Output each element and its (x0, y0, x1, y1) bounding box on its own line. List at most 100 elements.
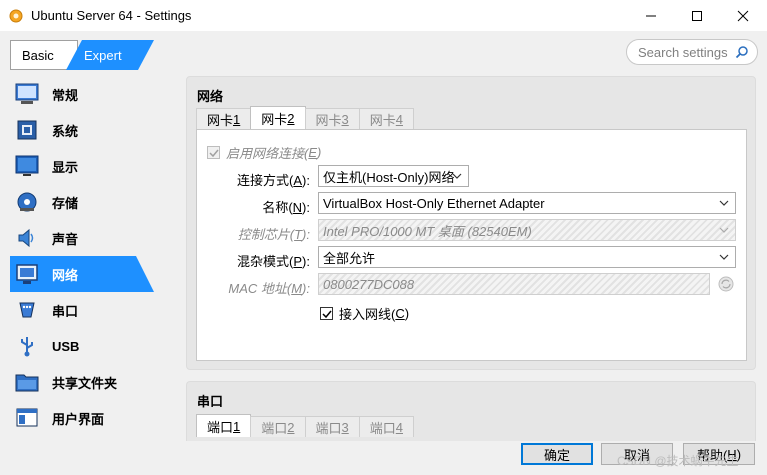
display-icon (14, 153, 40, 179)
tab-mnemonic: 3 (341, 419, 349, 435)
sidebar-item-shared-folders[interactable]: 共享文件夹 (0, 364, 160, 400)
network-icon (14, 261, 40, 287)
sidebar-item-serial[interactable]: 串口 (0, 292, 160, 328)
chevron-down-icon (719, 200, 729, 206)
sidebar-item-user-interface[interactable]: 用户界面 (0, 400, 160, 436)
user-interface-icon (14, 405, 40, 431)
mode-switch: Basic Expert (10, 40, 160, 70)
tab-port-4[interactable]: 端口 4 (358, 416, 414, 437)
tab-adapter-1[interactable]: 网卡 1 (196, 108, 252, 129)
name-label: 名称(N): (190, 197, 310, 216)
tab-mnemonic: 4 (395, 111, 403, 127)
tab-adapter-2[interactable]: 网卡 2 (250, 106, 306, 129)
checkbox-label: 启用网络连接( (226, 146, 309, 161)
chevron-down-icon (452, 173, 462, 179)
search-placeholder: Search settings (638, 44, 728, 60)
sidebar-item-system[interactable]: 系统 (0, 112, 160, 148)
tab-mnemonic: 3 (341, 111, 349, 127)
promiscuous-mode-select[interactable]: 全部允许 (318, 246, 736, 268)
window-title: Ubuntu Server 64 - Settings (31, 8, 192, 23)
label-mnemonic: A (293, 173, 303, 188)
label-mnemonic: P (293, 254, 303, 269)
search-settings-input[interactable]: Search settings (626, 39, 758, 65)
tab-label: 网卡 (207, 112, 234, 128)
tab-label: 端口 (369, 420, 396, 436)
cable-connected-checkbox[interactable]: 接入网线(C) (320, 304, 409, 323)
shared-folder-icon (14, 369, 40, 395)
tab-label: 网卡 (315, 112, 342, 128)
refresh-mac-button[interactable] (717, 275, 735, 293)
system-icon (14, 117, 40, 143)
sidebar-item-label: 系统 (52, 123, 79, 139)
label-text: MAC 地址( (228, 281, 292, 296)
label-text: 控制芯片( (237, 227, 295, 242)
tab-adapter-4[interactable]: 网卡 4 (358, 108, 414, 129)
adapter-panel: 启用网络连接(E) 连接方式(A): 仅主机(Host-Only)网络 名称(N… (196, 129, 747, 361)
tab-label: 端口 (315, 420, 342, 436)
tab-adapter-3[interactable]: 网卡 3 (304, 108, 360, 129)
tab-port-2[interactable]: 端口 2 (250, 416, 306, 437)
sidebar-item-label: 存储 (52, 195, 79, 211)
tab-label: 网卡 (261, 111, 288, 127)
sidebar-item-label: 常规 (52, 87, 79, 103)
checkbox-label-end: ) (404, 306, 410, 321)
select-value: 全部允许 (323, 250, 376, 266)
tab-port-3[interactable]: 端口 3 (304, 416, 360, 437)
label-text-end: ): (302, 254, 310, 269)
sidebar-item-network[interactable]: 网络 (0, 256, 160, 292)
ok-button[interactable]: 确定 (521, 443, 593, 465)
sidebar-item-storage[interactable]: 存储 (0, 184, 160, 220)
label-text: 连接方式( (237, 173, 294, 188)
sidebar-item-label: 串口 (52, 303, 79, 319)
adapter-tabs: 网卡 1 网卡 2 网卡 3 网卡 4 (196, 106, 414, 129)
attached-to-select[interactable]: 仅主机(Host-Only)网络 (318, 165, 469, 187)
checkbox-label-end: ) (317, 145, 322, 160)
basic-mode-button[interactable]: Basic (10, 40, 78, 70)
maximize-button[interactable] (674, 0, 720, 31)
adapter-type-select[interactable]: Intel PRO/1000 MT 桌面 (82540EM) (318, 219, 736, 241)
sidebar-item-label: 用户界面 (52, 411, 105, 427)
label-text-end: ): (302, 173, 310, 188)
serial-group-title: 串口 (197, 394, 224, 409)
label-text: 名称( (262, 200, 293, 215)
sidebar-item-label: 显示 (52, 159, 79, 175)
close-icon (737, 10, 749, 21)
label-text-end: ): (302, 200, 310, 215)
checkbox-label: 接入网线( (339, 307, 396, 322)
settings-sidebar: 常规 系统 显示 存储 声音 网络 串口 USB 共享文件夹 用户界面 (0, 76, 160, 436)
enable-adapter-checkbox[interactable]: 启用网络连接(E) (207, 143, 321, 162)
close-button[interactable] (720, 0, 766, 31)
tab-label: 端口 (261, 420, 288, 436)
checkmark-icon (208, 149, 219, 157)
general-icon (14, 81, 40, 107)
sidebar-item-usb[interactable]: USB (0, 328, 160, 364)
network-group: 网络 网卡 1 网卡 2 网卡 3 网卡 4 启用网络连接(E) 连接方式(A)… (186, 76, 756, 370)
sidebar-item-display[interactable]: 显示 (0, 148, 160, 184)
chevron-down-icon (719, 227, 729, 233)
serial-port-icon (14, 297, 40, 323)
checkbox-box (320, 307, 333, 320)
title-bar: Ubuntu Server 64 - Settings (0, 0, 767, 31)
virtualbox-app-icon (9, 9, 23, 22)
tab-label: 网卡 (369, 112, 396, 128)
search-icon (735, 46, 748, 59)
checkmark-icon (321, 310, 332, 318)
label-text-end: ): (302, 227, 310, 242)
tab-mnemonic: 2 (287, 419, 295, 435)
mac-address-field[interactable]: 0800277DC088 (318, 273, 710, 295)
sidebar-item-general[interactable]: 常规 (0, 76, 160, 112)
select-value: VirtualBox Host-Only Ethernet Adapter (323, 195, 545, 211)
select-value: Intel PRO/1000 MT 桌面 (82540EM) (323, 223, 532, 239)
expert-mode-button[interactable]: Expert (66, 40, 154, 70)
watermark: CSDN @技术蜗牛先生 (617, 454, 739, 468)
serial-ports-group: 串口 端口 1 端口 2 端口 3 端口 4 (186, 381, 756, 441)
mac-address-label: MAC 地址(M): (190, 278, 310, 297)
sidebar-item-audio[interactable]: 声音 (0, 220, 160, 256)
minimize-button[interactable] (628, 0, 674, 31)
adapter-name-select[interactable]: VirtualBox Host-Only Ethernet Adapter (318, 192, 736, 214)
tab-port-1[interactable]: 端口 1 (196, 414, 252, 437)
checkbox-mnemonic: E (308, 145, 318, 160)
tab-mnemonic: 1 (233, 111, 241, 127)
label-text-end: ): (302, 281, 310, 296)
select-value: 仅主机(Host-Only)网络 (323, 169, 455, 185)
